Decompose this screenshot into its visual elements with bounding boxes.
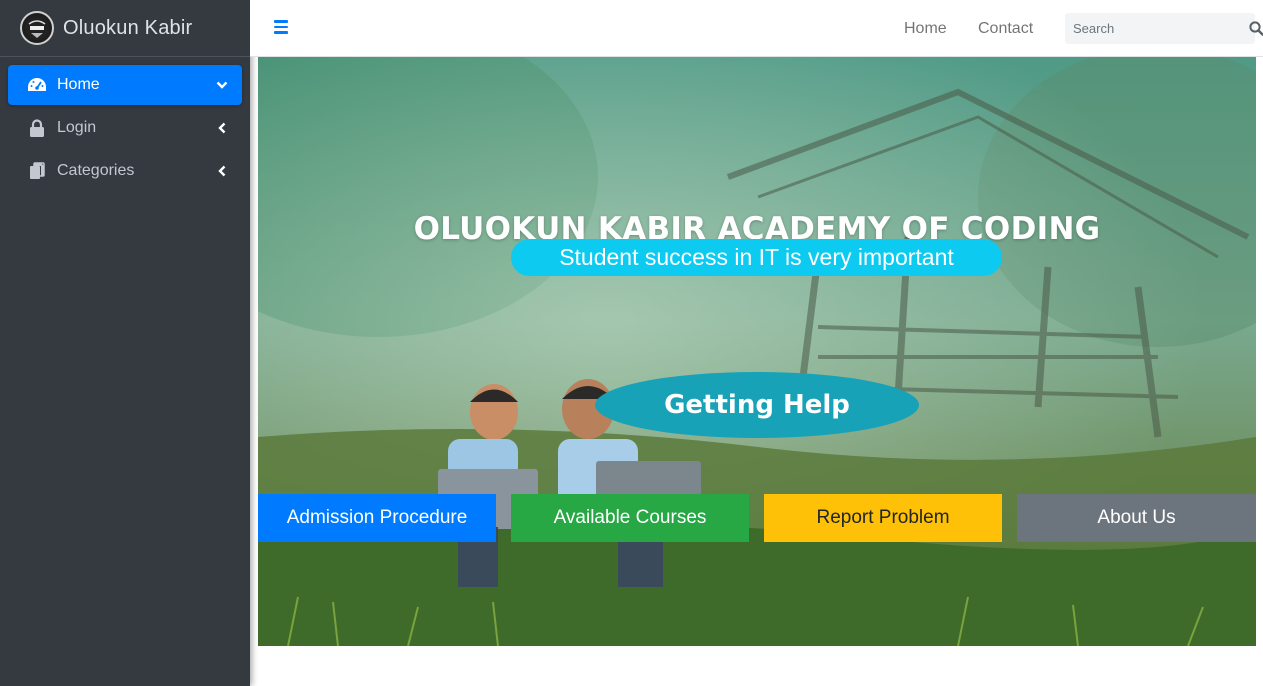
brand-link[interactable]: Oluokun Kabir bbox=[0, 0, 250, 57]
chevron-left-icon bbox=[214, 120, 230, 136]
sidebar-item-label: Home bbox=[57, 76, 100, 93]
about-us-button[interactable]: About Us bbox=[1017, 494, 1256, 542]
search-form bbox=[1065, 13, 1263, 44]
admission-procedure-button[interactable]: Admission Procedure bbox=[258, 494, 496, 542]
sidebar: Oluokun Kabir Home Login Categories bbox=[0, 0, 250, 686]
getting-help-button[interactable]: Getting Help bbox=[595, 372, 919, 438]
sidebar-nav: Home Login Categories bbox=[0, 57, 250, 202]
copy-icon bbox=[27, 161, 47, 181]
academy-logo-icon bbox=[20, 11, 54, 45]
sidebar-item-categories[interactable]: Categories bbox=[8, 151, 242, 191]
sidebar-item-label: Categories bbox=[57, 162, 135, 179]
report-problem-button[interactable]: Report Problem bbox=[764, 494, 1002, 542]
search-input[interactable] bbox=[1065, 13, 1249, 44]
top-navbar: Home Contact bbox=[250, 0, 1263, 57]
sidebar-item-home[interactable]: Home bbox=[8, 65, 242, 105]
available-courses-button[interactable]: Available Courses bbox=[511, 494, 749, 542]
hero-section: OLUOKUN KABIR ACADEMY OF CODING Student … bbox=[258, 57, 1256, 646]
brand-name: Oluokun Kabir bbox=[63, 16, 193, 39]
sidebar-item-login[interactable]: Login bbox=[8, 108, 242, 148]
lock-icon bbox=[27, 118, 47, 138]
sidebar-item-label: Login bbox=[57, 119, 97, 136]
nav-link-contact[interactable]: Contact bbox=[978, 20, 1033, 38]
search-icon[interactable] bbox=[1249, 13, 1263, 44]
hamburger-menu-icon[interactable] bbox=[274, 20, 288, 34]
nav-link-home[interactable]: Home bbox=[904, 20, 947, 38]
dashboard-gauge-icon bbox=[27, 75, 47, 95]
tagline-badge: Student success in IT is very important bbox=[511, 239, 1002, 276]
chevron-down-icon bbox=[214, 77, 230, 93]
hero-background-image bbox=[258, 57, 1256, 646]
chevron-left-icon bbox=[214, 163, 230, 179]
